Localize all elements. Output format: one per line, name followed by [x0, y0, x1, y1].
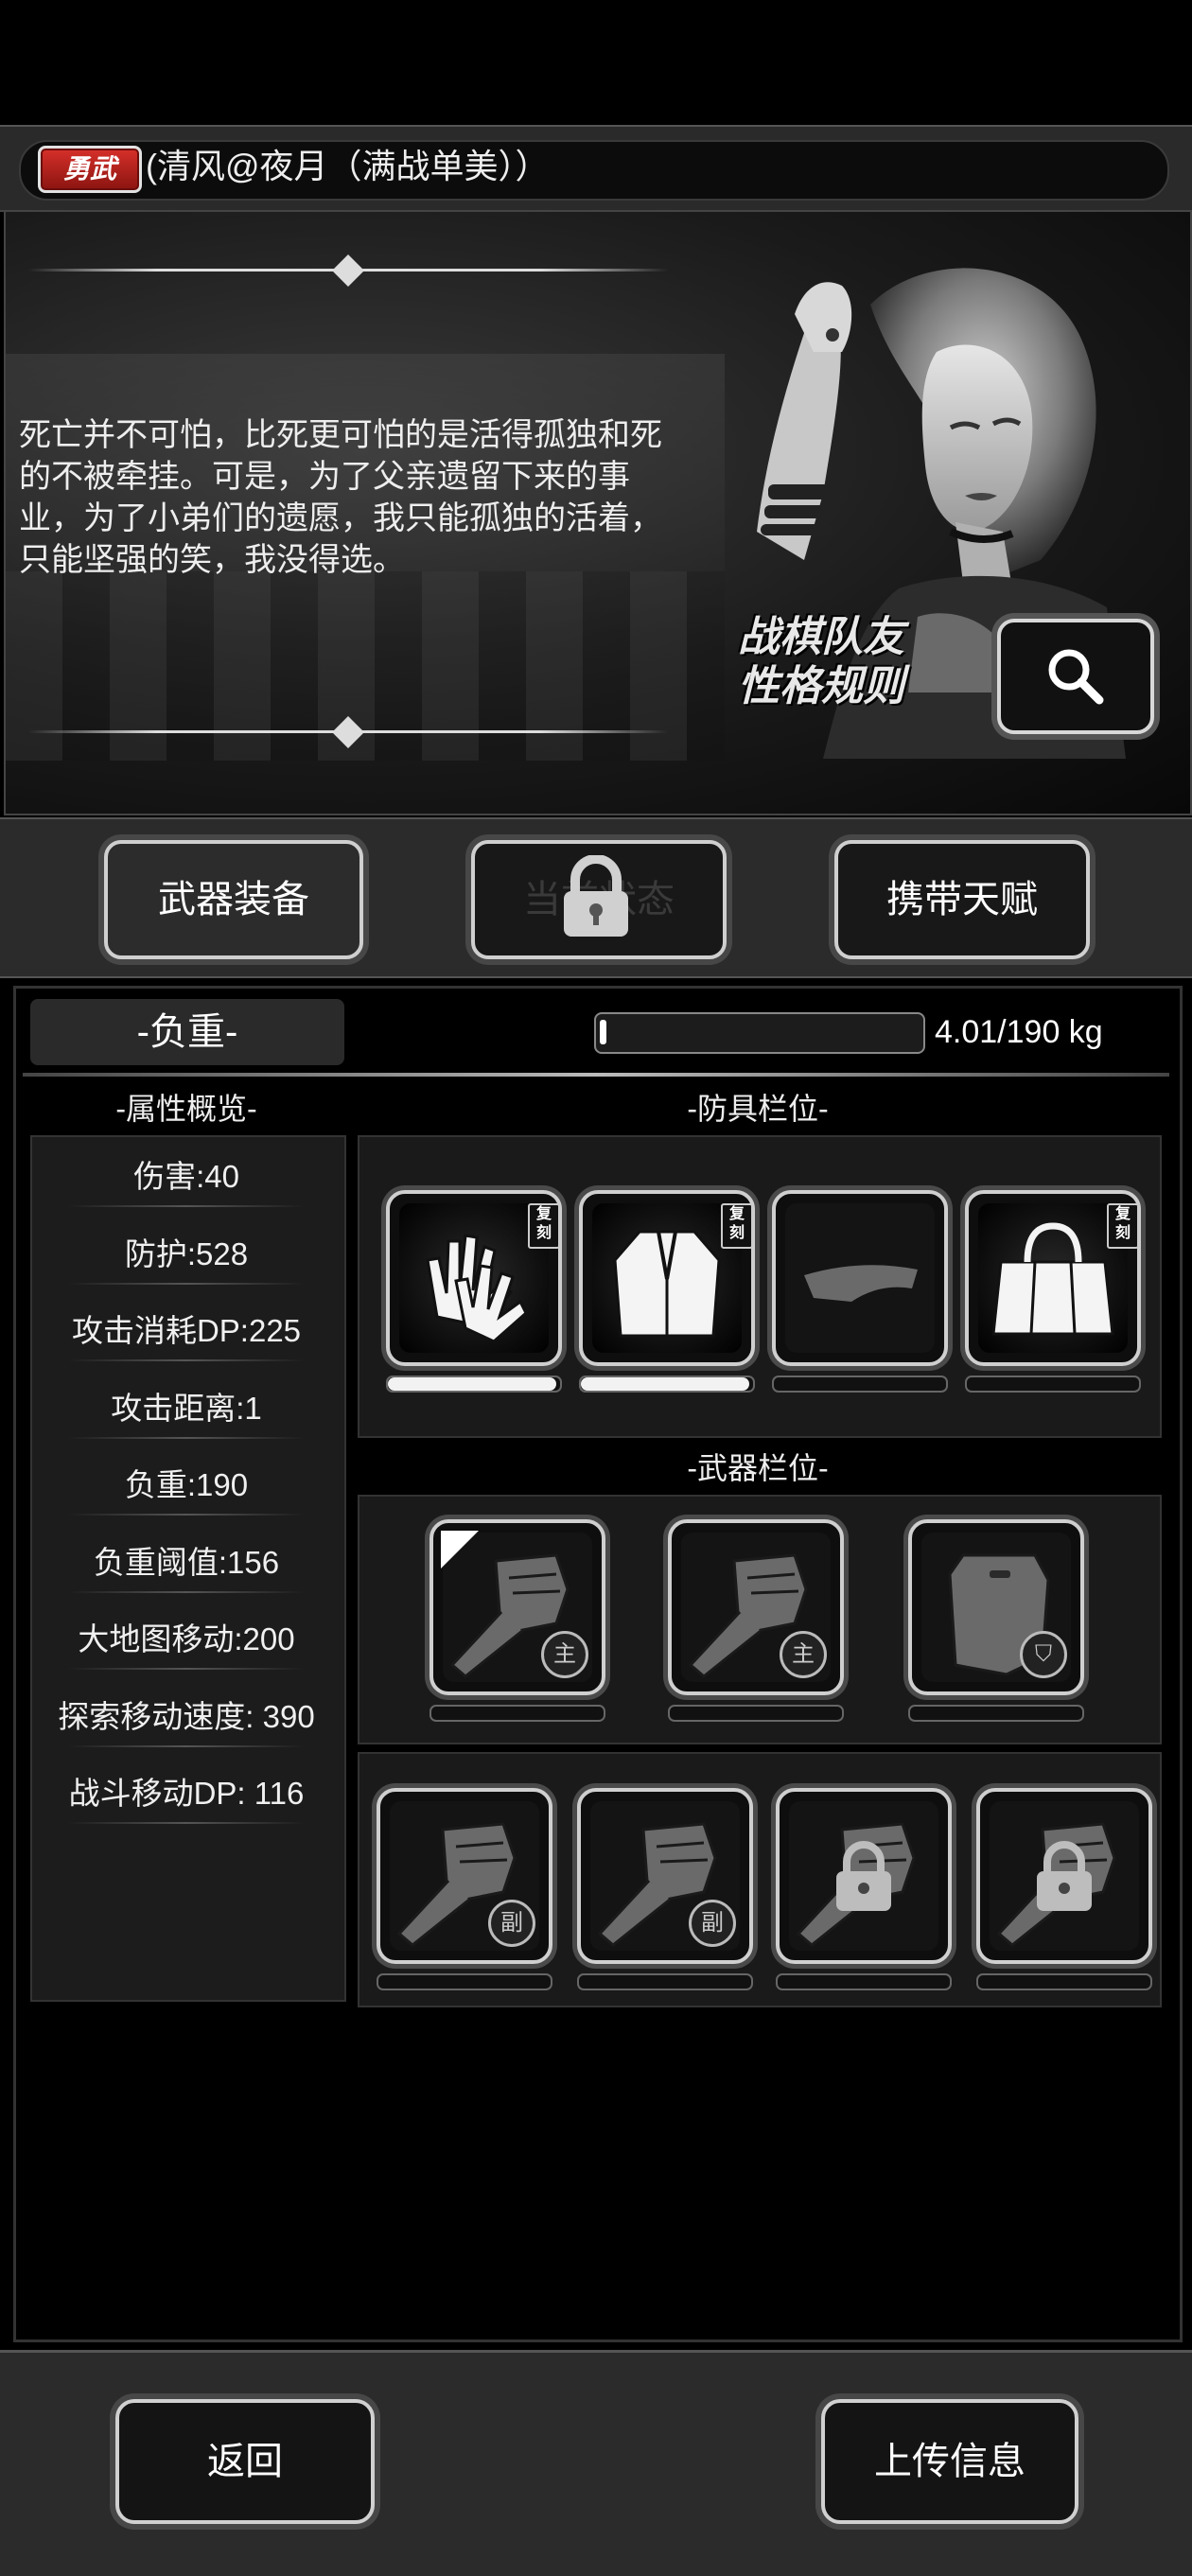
durability-bar [772, 1376, 948, 1393]
attribute-item: 负重阈值:156 [93, 1544, 280, 1580]
coat-icon [613, 1230, 721, 1338]
title-badge[interactable]: 勇武 [38, 146, 142, 193]
armor-slot[interactable]: 复刻 [965, 1190, 1141, 1366]
durability-fill [581, 1377, 749, 1391]
weight-progress-fill [600, 1020, 606, 1044]
attribute-item: 战斗移动DP: 116 [68, 1776, 305, 1811]
reprint-tag: 复刻 [1107, 1203, 1139, 1249]
weight-value: 4.01/190 kg [935, 1014, 1103, 1050]
armor-slots-title: -防具栏位- [687, 1092, 829, 1126]
durability-fill [388, 1377, 556, 1391]
slot-lock-icon [836, 1841, 891, 1911]
weapon-sub-slot[interactable]: 副 [577, 1788, 753, 1964]
durability-bar [577, 1973, 753, 1990]
slot-type-badge: 副 [689, 1900, 736, 1947]
durability-bar [776, 1973, 952, 1990]
gloves-icon [426, 1234, 528, 1343]
attribute-divider [68, 1514, 305, 1516]
bag-icon [991, 1222, 1114, 1336]
slot-image [785, 1203, 935, 1353]
attribute-divider [68, 1822, 305, 1824]
slot-lock-icon [1037, 1841, 1092, 1911]
visor-cap-icon [804, 1265, 918, 1302]
durability-bar [908, 1705, 1084, 1722]
weapon-sub-slot[interactable]: 副 [377, 1788, 552, 1964]
slot-image [978, 1203, 1128, 1353]
back-button[interactable]: 返回 [115, 2399, 375, 2524]
reprint-tag: 复刻 [721, 1203, 753, 1249]
attribute-item: 伤害:40 [133, 1159, 239, 1194]
weapon-main-slot[interactable]: ⛉ [908, 1519, 1084, 1695]
durability-bar [976, 1973, 1152, 1990]
weapon-sub-slot[interactable] [776, 1788, 952, 1964]
armor-slot[interactable]: 复刻 [579, 1190, 755, 1366]
durability-bar [965, 1376, 1141, 1393]
slot-image [399, 1203, 549, 1353]
slot-image [592, 1203, 742, 1353]
attribute-item: 探索移动速度: 390 [58, 1698, 315, 1734]
durability-bar [377, 1973, 552, 1990]
player-name: (清风@夜月（满战单美）） [146, 147, 550, 185]
magnifier-icon [1048, 649, 1104, 705]
attribute-divider [68, 1282, 305, 1285]
weight-divider [23, 1073, 1169, 1077]
tab-carried-talents[interactable]: 携带天赋 [834, 840, 1090, 959]
attribute-divider [68, 1205, 305, 1207]
upload-info-button[interactable]: 上传信息 [821, 2399, 1078, 2524]
slot-type-badge: 副 [488, 1900, 535, 1947]
attribute-divider [68, 1744, 305, 1747]
attribute-item: 大地图移动:200 [78, 1621, 295, 1656]
reprint-tag: 复刻 [528, 1203, 560, 1249]
attribute-item: 攻击消耗DP:225 [71, 1313, 302, 1348]
search-button[interactable] [997, 619, 1154, 734]
armor-slot[interactable]: 复刻 [386, 1190, 562, 1366]
lock-icon [564, 855, 628, 937]
attribute-divider [68, 1668, 305, 1670]
attribute-item: 防护:528 [124, 1235, 249, 1271]
durability-bar [668, 1705, 844, 1722]
armor-slot[interactable] [772, 1190, 948, 1366]
slot-type-badge: 主 [541, 1631, 588, 1678]
weapon-sub-slot[interactable] [976, 1788, 1152, 1964]
attribute-divider [68, 1359, 305, 1361]
attribute-divider [68, 1590, 305, 1593]
durability-bar [429, 1705, 605, 1722]
attributes-title: -属性概览- [115, 1092, 257, 1126]
team-rules-line2: 性格规则 [738, 663, 904, 710]
slot-type-badge: 主 [780, 1631, 827, 1678]
weapon-slots-title: -武器栏位- [687, 1451, 829, 1485]
weapon-main-slot[interactable]: 主 [429, 1519, 605, 1695]
tab-weapon-equipment[interactable]: 武器装备 [104, 840, 363, 959]
defense-badge-icon: ⛉ [1020, 1631, 1067, 1678]
attribute-divider [68, 1436, 305, 1439]
attribute-item: 攻击距离:1 [111, 1390, 262, 1426]
team-rules-line1: 战棋队友 [738, 614, 904, 660]
team-rules-button[interactable]: 战棋队友 性格规则 [738, 613, 904, 711]
weapon-main-slot[interactable]: 主 [668, 1519, 844, 1695]
weight-progress-bar [594, 1012, 925, 1054]
attribute-item: 负重:190 [124, 1467, 249, 1502]
weight-label: -负重- [136, 1011, 238, 1053]
character-quote: 死亡并不可怕，比死更可怕的是活得孤独和死的不被牵挂。可是，为了父亲遗留下来的事业… [19, 417, 662, 578]
